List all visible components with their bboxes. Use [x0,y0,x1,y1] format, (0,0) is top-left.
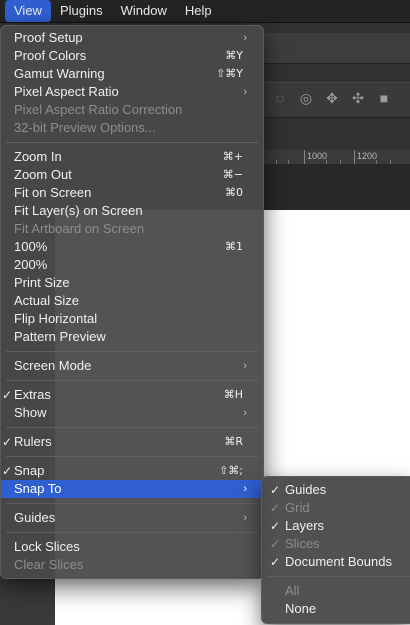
menu-separator [6,456,258,457]
chevron-right-icon: › [243,512,247,524]
ruler-label: 1200 [357,151,378,161]
video-camera-icon[interactable]: ■ [374,90,394,107]
rotate-3d-icon[interactable]: ◌ [270,90,290,107]
chevron-right-icon: › [243,86,247,98]
menu-item-snap-to[interactable]: Snap To › [1,480,263,498]
checkmark-icon: ✓ [269,519,281,533]
menu-item-proof-colors[interactable]: Proof Colors ⌘Y [1,47,263,65]
menubar-help[interactable]: Help [176,0,221,22]
shortcut-label: ⇧⌘Y [216,67,243,80]
menu-item-pixel-aspect-ratio-correction: Pixel Aspect Ratio Correction [14,102,183,117]
menu-item-screen-mode[interactable]: Screen Mode › [1,357,263,375]
slide-3d-icon[interactable]: ✣ [348,90,368,107]
submenu-item-grid: ✓ Grid [269,500,310,515]
menu-item-guides[interactable]: Guides › [1,509,263,527]
menu-separator [6,427,258,428]
submenu-item-slices: ✓ Slices [269,536,320,551]
submenu-item-guides[interactable]: ✓ Guides [262,481,410,499]
menu-separator [6,503,258,504]
checkmark-icon: ✓ [269,555,281,569]
menu-item-pattern-preview[interactable]: Pattern Preview [1,328,263,346]
canvas-pasteboard [264,165,410,210]
menu-item-100-percent[interactable]: 100% ⌘1 [1,238,263,256]
menu-item-zoom-out[interactable]: Zoom Out ⌘− [1,166,263,184]
menu-item-fit-on-screen[interactable]: Fit on Screen ⌘0 [1,184,263,202]
menu-item-flip-horizontal[interactable]: Flip Horizontal [1,310,263,328]
view-menu: Proof Setup › Proof Colors ⌘Y Gamut Warnin… [0,25,264,579]
chevron-right-icon: › [243,483,247,495]
menu-item-snap[interactable]: ✓ Snap ⇧⌘; [1,462,263,480]
checkmark-icon: ✓ [269,501,281,515]
roll-3d-icon[interactable]: ◎ [296,90,316,107]
shortcut-label: ⌘1 [225,240,243,253]
menu-separator [6,351,258,352]
horizontal-ruler[interactable]: 1000 1200 [264,150,410,165]
menu-separator [6,142,258,143]
shortcut-label: ⌘H [223,388,243,401]
submenu-item-layers[interactable]: ✓ Layers [262,517,410,535]
menu-item-gamut-warning[interactable]: Gamut Warning ⇧⌘Y [1,65,263,83]
chevron-right-icon: › [243,407,247,419]
menu-item-pixel-aspect-ratio[interactable]: Pixel Aspect Ratio › [1,83,263,101]
snap-to-submenu: ✓ Guides ✓ Grid ✓ Layers ✓ Slices ✓ Document … [261,476,410,624]
menu-item-lock-slices[interactable]: Lock Slices [1,538,263,556]
menubar-window[interactable]: Window [112,0,176,22]
menu-separator [6,380,258,381]
checkmark-icon: ✓ [269,537,281,551]
chevron-right-icon: › [243,32,247,44]
ruler-label: 1000 [307,151,328,161]
menu-item-32bit-preview-options: 32-bit Preview Options... [14,120,156,135]
shortcut-label: ⌘− [222,168,243,181]
menu-item-extras[interactable]: ✓ Extras ⌘H [1,386,263,404]
menu-separator [267,576,410,577]
menubar-plugins[interactable]: Plugins [51,0,112,22]
menu-item-clear-slices: Clear Slices [14,557,84,572]
menu-item-print-size[interactable]: Print Size [1,274,263,292]
menu-item-rulers[interactable]: ✓ Rulers ⌘R [1,433,263,451]
submenu-item-document-bounds[interactable]: ✓ Document Bounds [262,553,410,571]
checkmark-icon: ✓ [1,388,13,402]
checkmark-icon: ✓ [1,435,13,449]
document-tab-strip [264,33,410,64]
menu-item-show[interactable]: Show › [1,404,263,422]
menubar-view[interactable]: View [5,0,51,22]
menu-separator [6,532,258,533]
shortcut-label: ⇧⌘; [219,464,243,477]
menu-item-fit-artboard-on-screen: Fit Artboard on Screen [14,221,145,236]
menu-item-actual-size[interactable]: Actual Size [1,292,263,310]
checkmark-icon: ✓ [269,483,281,497]
menu-bar: View Plugins Window Help [0,0,410,23]
shortcut-label: ⌘0 [225,186,243,199]
menu-item-fit-layers-on-screen[interactable]: Fit Layer(s) on Screen [1,202,263,220]
submenu-item-none[interactable]: None [262,600,410,618]
drag-3d-icon[interactable]: ✥ [322,90,342,107]
options-bar-tools: ◌ ◎ ✥ ✣ ■ [270,90,394,107]
shortcut-label: ⌘Y [225,49,243,62]
chevron-right-icon: › [243,360,247,372]
shortcut-label: ⌘R [224,435,243,448]
shortcut-label: ⌘+ [222,150,243,163]
submenu-item-all: All [285,583,300,598]
menu-item-zoom-in[interactable]: Zoom In ⌘+ [1,148,263,166]
menu-item-proof-setup[interactable]: Proof Setup › [1,29,263,47]
menu-item-200-percent[interactable]: 200% [1,256,263,274]
checkmark-icon: ✓ [1,464,13,478]
